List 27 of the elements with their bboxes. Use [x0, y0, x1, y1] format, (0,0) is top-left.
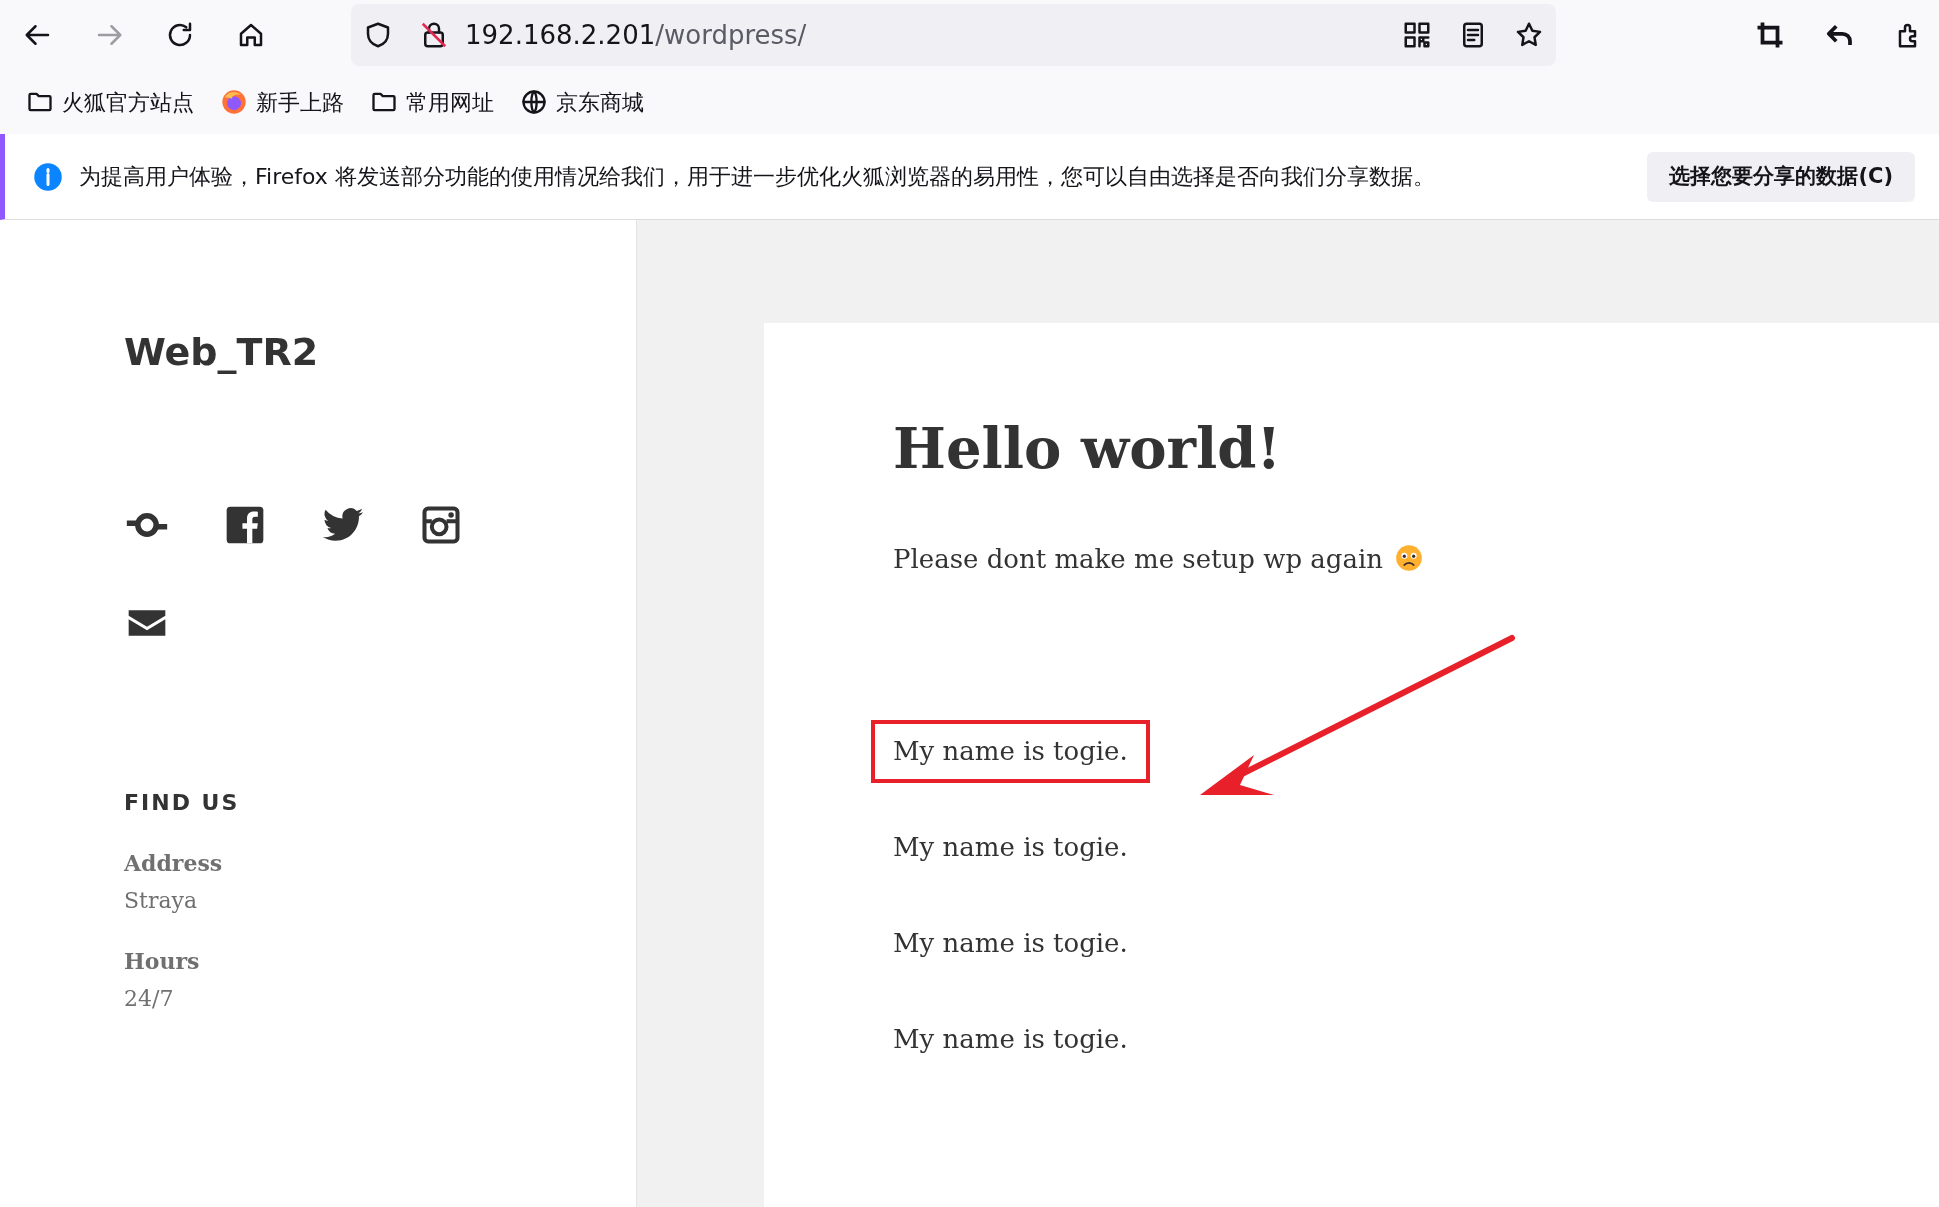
site-title[interactable]: Web_TR2: [124, 330, 636, 376]
post-paragraph: My name is togie.: [893, 927, 1128, 961]
widget-heading: FIND US: [124, 788, 241, 817]
url-text: 192.168.2.201/wordpress/: [465, 18, 807, 52]
notification-message: 为提高用户体验，Firefox 将发送部分功能的使用情况给我们，用于进一步优化火狐浏览器的易用性，您可以自由选择是否向我们分享数据。: [79, 163, 1435, 191]
bookmark-item[interactable]: 常用网址: [364, 81, 500, 123]
field-value: Straya: [124, 886, 199, 915]
crop-icon[interactable]: [1755, 20, 1785, 50]
post-title[interactable]: Hello world!: [893, 415, 1939, 483]
post-paragraph: My name is togie.: [893, 831, 1128, 865]
post-paragraph: My name is togie.: [893, 1023, 1128, 1057]
field-value: 24/7: [124, 984, 175, 1013]
fox-globe-icon: [220, 88, 248, 116]
insecure-lock-icon[interactable]: [419, 20, 449, 50]
sad-face-icon: [1395, 544, 1423, 573]
qr-code-icon[interactable]: [1402, 20, 1432, 50]
field-label: Address: [124, 848, 224, 878]
post-paragraph: Please dont make me setup wp again: [893, 543, 1383, 577]
info-icon: [33, 161, 63, 192]
globe-icon: [520, 88, 548, 116]
address-bar[interactable]: 192.168.2.201/wordpress/: [351, 4, 1556, 66]
bookmark-item[interactable]: 新手上路: [214, 81, 350, 123]
field-label: Hours: [124, 946, 201, 976]
bookmark-item[interactable]: 京东商城: [514, 81, 650, 123]
share-data-button[interactable]: 选择您要分享的数据(C): [1647, 151, 1915, 202]
highlight-box: My name is togie.: [871, 720, 1150, 784]
bookmark-item[interactable]: 火狐官方站点: [20, 81, 200, 123]
